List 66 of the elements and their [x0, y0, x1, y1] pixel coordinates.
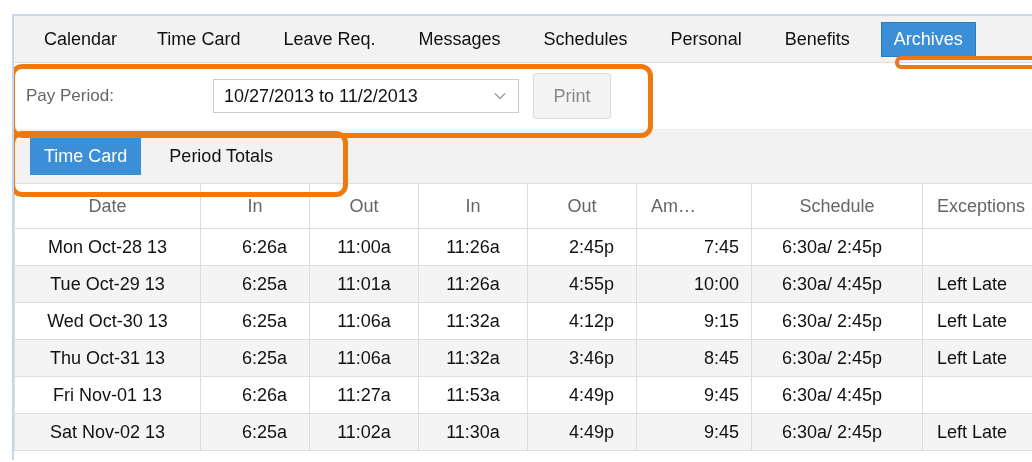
table-cell: 9:15	[636, 302, 752, 340]
table-cell: 4:49p	[527, 376, 637, 414]
nav-tab[interactable]: Messages	[404, 21, 515, 57]
table-cell: Mon Oct-28 13	[14, 228, 201, 266]
column-header[interactable]: In	[200, 183, 310, 229]
column-header[interactable]: Am…	[636, 183, 752, 229]
table-cell: 8:45	[636, 339, 752, 377]
sub-tab[interactable]: Time Card	[30, 137, 142, 175]
nav-tab[interactable]: Leave Req.	[269, 21, 390, 57]
table-cell: 6:26a	[200, 376, 310, 414]
pay-period-dropdown[interactable]: 10/27/2013 to 11/2/2013	[213, 79, 519, 113]
column-header[interactable]: Schedule	[751, 183, 923, 229]
table-cell: 11:32a	[418, 302, 528, 340]
field-label: Pay Period:	[26, 86, 115, 106]
table-cell: 11:00a	[309, 228, 419, 266]
table-cell: 10:00	[636, 265, 752, 303]
table-cell: 2:45p	[527, 228, 637, 266]
nav-tab[interactable]: Archives	[880, 21, 976, 57]
table-cell: 6:30a/ 2:45p	[751, 413, 923, 451]
table-cell: Left Late	[922, 265, 1032, 303]
table-cell: 11:32a	[418, 339, 528, 377]
nav-tab[interactable]: Personal	[656, 21, 756, 57]
table-cell: 6:25a	[200, 265, 310, 303]
column-header[interactable]: Out	[309, 183, 419, 229]
column-header[interactable]: Out	[527, 183, 637, 229]
table-cell: Sat Nov-02 13	[14, 413, 201, 451]
table-cell: 11:27a	[309, 376, 419, 414]
column-header[interactable]: In	[418, 183, 528, 229]
table-cell: 4:55p	[527, 265, 637, 303]
table-cell: 11:06a	[309, 339, 419, 377]
table-cell: 11:26a	[418, 265, 528, 303]
nav-tab[interactable]: Calendar	[30, 21, 132, 57]
table-cell: 6:25a	[200, 413, 310, 451]
nav-tab[interactable]: Schedules	[529, 21, 642, 57]
column-header[interactable]: Exceptions	[922, 183, 1032, 229]
table-cell: 6:26a	[200, 228, 310, 266]
table-cell: Left Late	[922, 413, 1032, 451]
table-cell: 6:30a/ 2:45p	[751, 302, 923, 340]
table-cell: Tue Oct-29 13	[14, 265, 201, 303]
table-cell: Fri Nov-01 13	[14, 376, 201, 414]
table-cell: 4:12p	[527, 302, 637, 340]
table-cell: 11:26a	[418, 228, 528, 266]
table-cell: 6:25a	[200, 339, 310, 377]
table-cell: 6:30a/ 2:45p	[751, 228, 923, 266]
table-cell: 7:45	[636, 228, 752, 266]
nav-tab[interactable]: Benefits	[770, 21, 864, 57]
table-cell: 4:49p	[527, 413, 637, 451]
print-button[interactable]: Print	[533, 73, 611, 119]
table-cell: 9:45	[636, 376, 752, 414]
table-cell: 6:30a/ 2:45p	[751, 339, 923, 377]
table-cell: 11:30a	[418, 413, 528, 451]
table-cell: 11:02a	[309, 413, 419, 451]
table-cell: 11:01a	[309, 265, 419, 303]
table-cell: Wed Oct-30 13	[14, 302, 201, 340]
sub-tab[interactable]: Period Totals	[155, 137, 288, 175]
table-cell: 9:45	[636, 413, 752, 451]
table-cell: 11:06a	[309, 302, 419, 340]
table-cell: 6:25a	[200, 302, 310, 340]
column-header[interactable]: Date	[14, 183, 201, 229]
table-cell: Left Late	[922, 339, 1032, 377]
table-cell: Thu Oct-31 13	[14, 339, 201, 377]
nav-tab[interactable]: Time Card	[143, 21, 255, 57]
table-cell: 6:30a/ 4:45p	[751, 376, 923, 414]
table-cell: 11:53a	[418, 376, 528, 414]
table-cell: 6:30a/ 4:45p	[751, 265, 923, 303]
table-cell: 3:46p	[527, 339, 637, 377]
